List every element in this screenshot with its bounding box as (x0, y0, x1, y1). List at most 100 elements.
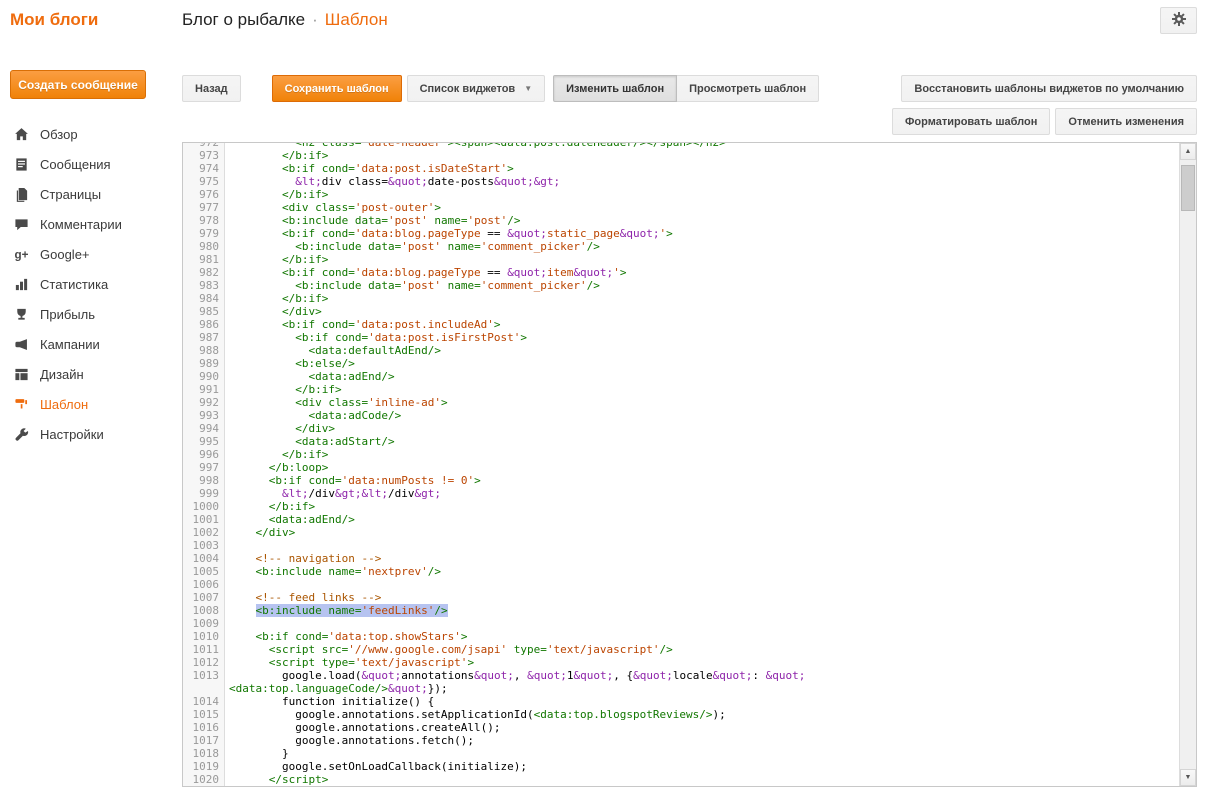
code-line[interactable]: 1017 google.annotations.fetch(); (183, 734, 1179, 747)
line-number: 975 (183, 175, 225, 188)
code-line[interactable]: 1001 <data:adEnd/> (183, 513, 1179, 526)
scrollbar-thumb[interactable] (1181, 165, 1195, 211)
code-line[interactable]: 974 <b:if cond='data:post.isDateStart'> (183, 162, 1179, 175)
back-button[interactable]: Назад (182, 75, 241, 102)
code-line[interactable]: 995 <data:adStart/> (183, 435, 1179, 448)
gear-icon (1171, 11, 1187, 30)
code-line-text: function initialize() { (225, 695, 434, 708)
code-line[interactable]: 978 <b:include data='post' name='post'/> (183, 214, 1179, 227)
format-template-button[interactable]: Форматировать шаблон (892, 108, 1050, 135)
code-line[interactable]: 977 <div class='post-outer'> (183, 201, 1179, 214)
line-number: 982 (183, 266, 225, 279)
sidebar-item-googleplus[interactable]: g+Google+ (0, 239, 172, 269)
line-number: 973 (183, 149, 225, 162)
create-post-button[interactable]: Создать сообщение (10, 70, 146, 99)
preview-template-button[interactable]: Просмотреть шаблон (677, 75, 819, 102)
code-line[interactable]: 982 <b:if cond='data:blog.pageType == &q… (183, 266, 1179, 279)
code-line[interactable]: 988 <data:defaultAdEnd/> (183, 344, 1179, 357)
top-header: Мои блоги Блог о рыбалке·Шаблон (0, 0, 1227, 46)
save-template-button[interactable]: Сохранить шаблон (272, 75, 402, 102)
sidebar-item-template[interactable]: Шаблон (0, 389, 172, 419)
code-line[interactable]: 1009 (183, 617, 1179, 630)
code-line[interactable]: 994 </div> (183, 422, 1179, 435)
code-line[interactable]: 1018 } (183, 747, 1179, 760)
sidebar-item-comments[interactable]: Комментарии (0, 209, 172, 239)
code-line[interactable]: 1002 </div> (183, 526, 1179, 539)
edit-template-button[interactable]: Изменить шаблон (553, 75, 677, 102)
sidebar-item-layout[interactable]: Дизайн (0, 359, 172, 389)
code-line[interactable]: 1012 <script type='text/javascript'> (183, 656, 1179, 669)
scroll-up-button[interactable]: ▲ (1180, 143, 1196, 160)
restore-widget-templates-button[interactable]: Восстановить шаблоны виджетов по умолчан… (901, 75, 1197, 102)
code-line[interactable]: 996 </b:if> (183, 448, 1179, 461)
settings-gear-button[interactable] (1160, 7, 1197, 34)
code-line[interactable]: 1000 </b:if> (183, 500, 1179, 513)
sidebar-item-pages[interactable]: Страницы (0, 179, 172, 209)
code-line-text: google.annotations.createAll(); (225, 721, 501, 734)
code-line[interactable]: 1005 <b:include name='nextprev'/> (183, 565, 1179, 578)
code-line[interactable]: 976 </b:if> (183, 188, 1179, 201)
line-number: 989 (183, 357, 225, 370)
code-line[interactable]: 1006 (183, 578, 1179, 591)
svg-text:g+: g+ (14, 248, 28, 261)
code-line[interactable]: 1014 function initialize() { (183, 695, 1179, 708)
code-line-text: <data:top.languageCode/>&quot;}); (225, 682, 448, 695)
code-line[interactable]: 980 <b:include data='post' name='comment… (183, 240, 1179, 253)
code-line[interactable]: 1004 <!-- navigation --> (183, 552, 1179, 565)
sidebar-item-stats[interactable]: Статистика (0, 269, 172, 299)
code-line-text: <h2 class='date-header'><span><data:post… (225, 142, 726, 149)
code-line-text: <data:adEnd/> (225, 370, 395, 383)
code-line[interactable]: 1015 google.annotations.setApplicationId… (183, 708, 1179, 721)
code-line[interactable]: 1011 <script src='//www.google.com/jsapi… (183, 643, 1179, 656)
code-line[interactable]: 1010 <b:if cond='data:top.showStars'> (183, 630, 1179, 643)
sidebar-item-posts[interactable]: Сообщения (0, 149, 172, 179)
code-line-text: google.annotations.setApplicationId(<dat… (225, 708, 726, 721)
sidebar-item-overview[interactable]: Обзор (0, 119, 172, 149)
code-line[interactable]: 997 </b:loop> (183, 461, 1179, 474)
sidebar-item-settings[interactable]: Настройки (0, 419, 172, 449)
scroll-down-button[interactable]: ▼ (1180, 769, 1196, 786)
code-line[interactable]: 983 <b:include data='post' name='comment… (183, 279, 1179, 292)
sidebar-item-earnings[interactable]: Прибыль (0, 299, 172, 329)
code-line[interactable]: 984 </b:if> (183, 292, 1179, 305)
widget-list-dropdown[interactable]: Список виджетов ▼ (407, 75, 546, 102)
code-line[interactable]: 972 <h2 class='date-header'><span><data:… (183, 142, 1179, 149)
code-line[interactable]: 979 <b:if cond='data:blog.pageType == &q… (183, 227, 1179, 240)
code-line[interactable]: 999 &lt;/div&gt;&lt;/div&gt; (183, 487, 1179, 500)
code-line[interactable]: 973 </b:if> (183, 149, 1179, 162)
code-line-text: } (225, 747, 289, 760)
line-number: 1001 (183, 513, 225, 526)
posts-icon (14, 157, 29, 172)
template-code-editor[interactable]: 972 <h2 class='date-header'><span><data:… (182, 142, 1197, 787)
code-line[interactable]: 1013 google.load(&quot;annotations&quot;… (183, 669, 1179, 682)
code-line[interactable]: 985 </div> (183, 305, 1179, 318)
my-blogs-link[interactable]: Мои блоги (10, 10, 98, 30)
code-line-text: </div> (225, 526, 295, 539)
code-line[interactable]: 998 <b:if cond='data:numPosts != 0'> (183, 474, 1179, 487)
code-line[interactable]: 1016 google.annotations.createAll(); (183, 721, 1179, 734)
code-area[interactable]: 972 <h2 class='date-header'><span><data:… (183, 142, 1179, 786)
code-line[interactable]: 991 </b:if> (183, 383, 1179, 396)
code-line[interactable]: 989 <b:else/> (183, 357, 1179, 370)
sidebar-item-label: Шаблон (40, 397, 88, 412)
code-line-text (225, 539, 229, 552)
code-line[interactable]: 986 <b:if cond='data:post.includeAd'> (183, 318, 1179, 331)
code-line[interactable]: 992 <div class='inline-ad'> (183, 396, 1179, 409)
code-line[interactable]: 1020 </script> (183, 773, 1179, 786)
code-line[interactable]: 1003 (183, 539, 1179, 552)
code-line-text: <div class='post-outer'> (225, 201, 441, 214)
code-line-text: &lt;div class=&quot;date-posts&quot;&gt; (225, 175, 560, 188)
code-line[interactable]: 975 &lt;div class=&quot;date-posts&quot;… (183, 175, 1179, 188)
line-number: 995 (183, 435, 225, 448)
sidebar-item-campaigns[interactable]: Кампании (0, 329, 172, 359)
vertical-scrollbar[interactable]: ▲ ▼ (1179, 143, 1196, 786)
code-line[interactable]: 990 <data:adEnd/> (183, 370, 1179, 383)
code-line[interactable]: 1008 <b:include name='feedLinks'/> (183, 604, 1179, 617)
undo-changes-button[interactable]: Отменить изменения (1055, 108, 1197, 135)
code-line[interactable]: 987 <b:if cond='data:post.isFirstPost'> (183, 331, 1179, 344)
code-line[interactable]: <data:top.languageCode/>&quot;}); (183, 682, 1179, 695)
code-line[interactable]: 993 <data:adCode/> (183, 409, 1179, 422)
code-line[interactable]: 981 </b:if> (183, 253, 1179, 266)
code-line[interactable]: 1019 google.setOnLoadCallback(initialize… (183, 760, 1179, 773)
code-line[interactable]: 1007 <!-- feed links --> (183, 591, 1179, 604)
